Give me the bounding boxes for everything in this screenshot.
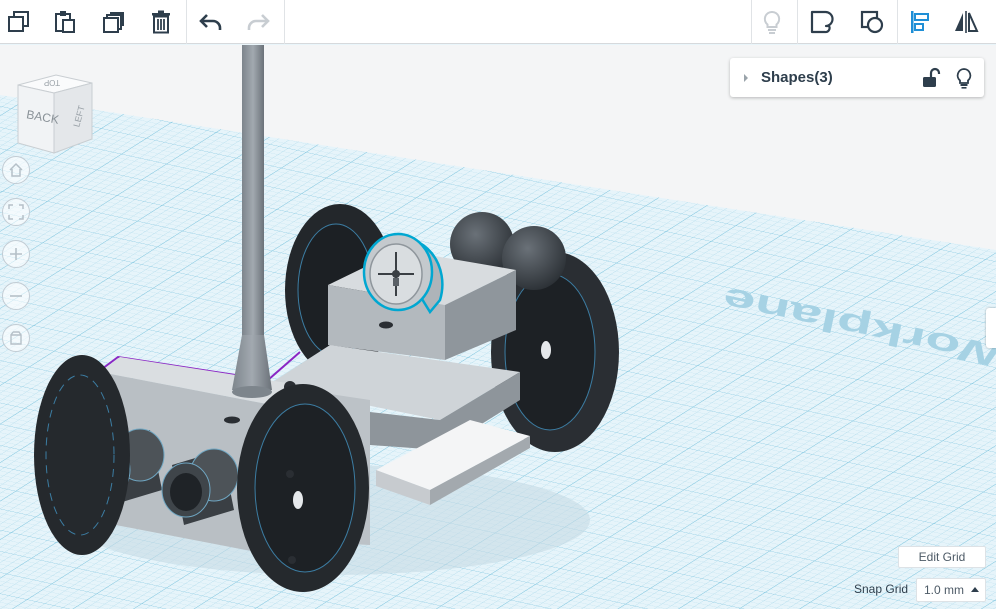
unlock-icon[interactable] — [919, 67, 941, 89]
workplane-viewport[interactable]: Workplane TOP BACK LEFT — [0, 45, 996, 609]
align-button[interactable] — [902, 4, 938, 40]
front-left-wheel[interactable] — [34, 355, 130, 555]
snap-grid-label: Snap Grid — [854, 582, 909, 596]
redo-icon — [247, 14, 270, 30]
snap-grid-select[interactable]: 1.0 mm — [916, 578, 986, 602]
ungroup-button[interactable] — [854, 4, 890, 40]
group-button[interactable] — [804, 4, 840, 40]
toolbar-separator — [186, 0, 187, 44]
copy-button[interactable] — [1, 4, 37, 40]
lightbulb-icon — [763, 10, 781, 34]
front-right-wheel[interactable] — [237, 384, 369, 592]
view-cube-top-face: TOP — [44, 78, 60, 87]
group-icon — [810, 10, 834, 34]
view-cube[interactable]: TOP BACK LEFT — [12, 73, 98, 159]
expand-chevron-icon[interactable] — [742, 73, 752, 83]
zoom-out-icon — [10, 295, 22, 297]
caret-up-icon — [971, 587, 979, 592]
snap-grid-value: 1.0 mm — [924, 583, 965, 597]
zoom-in-icon — [10, 248, 22, 260]
ungroup-icon — [860, 10, 884, 34]
mirror-icon — [955, 11, 979, 33]
paste-icon — [55, 11, 75, 33]
zoom-out-button[interactable] — [2, 282, 30, 310]
side-panel-toggle[interactable] — [986, 308, 996, 348]
trash-icon — [152, 10, 170, 34]
paste-button[interactable] — [47, 4, 83, 40]
delete-button[interactable] — [143, 4, 179, 40]
toolbar-separator — [797, 0, 798, 44]
toolbar-separator — [284, 0, 285, 44]
perspective-icon — [10, 331, 22, 345]
undo-icon — [199, 14, 222, 30]
workplane-scene: Workplane — [0, 45, 996, 609]
shapes-panel-title: Shapes(3) — [761, 69, 833, 86]
duplicate-button[interactable] — [96, 4, 132, 40]
lightbulb-icon[interactable] — [953, 67, 975, 89]
duplicate-icon — [103, 12, 124, 33]
mirror-button[interactable] — [948, 4, 984, 40]
zoom-in-button[interactable] — [2, 240, 30, 268]
copy-icon — [8, 11, 29, 32]
undo-button[interactable] — [193, 4, 229, 40]
home-view-icon — [9, 162, 23, 177]
shapes-panel: Shapes(3) — [730, 58, 984, 97]
notes-button[interactable] — [754, 4, 790, 40]
redo-button[interactable] — [240, 4, 276, 40]
toolbar-separator — [751, 0, 752, 44]
fit-view-icon — [8, 204, 24, 220]
toolbar-separator — [897, 0, 898, 44]
perspective-button[interactable] — [2, 324, 30, 352]
fit-view-button[interactable] — [2, 198, 30, 226]
edit-grid-button[interactable]: Edit Grid — [898, 546, 986, 568]
home-view-button[interactable] — [2, 156, 30, 184]
align-icon — [911, 11, 929, 33]
toolbar — [0, 0, 996, 44]
